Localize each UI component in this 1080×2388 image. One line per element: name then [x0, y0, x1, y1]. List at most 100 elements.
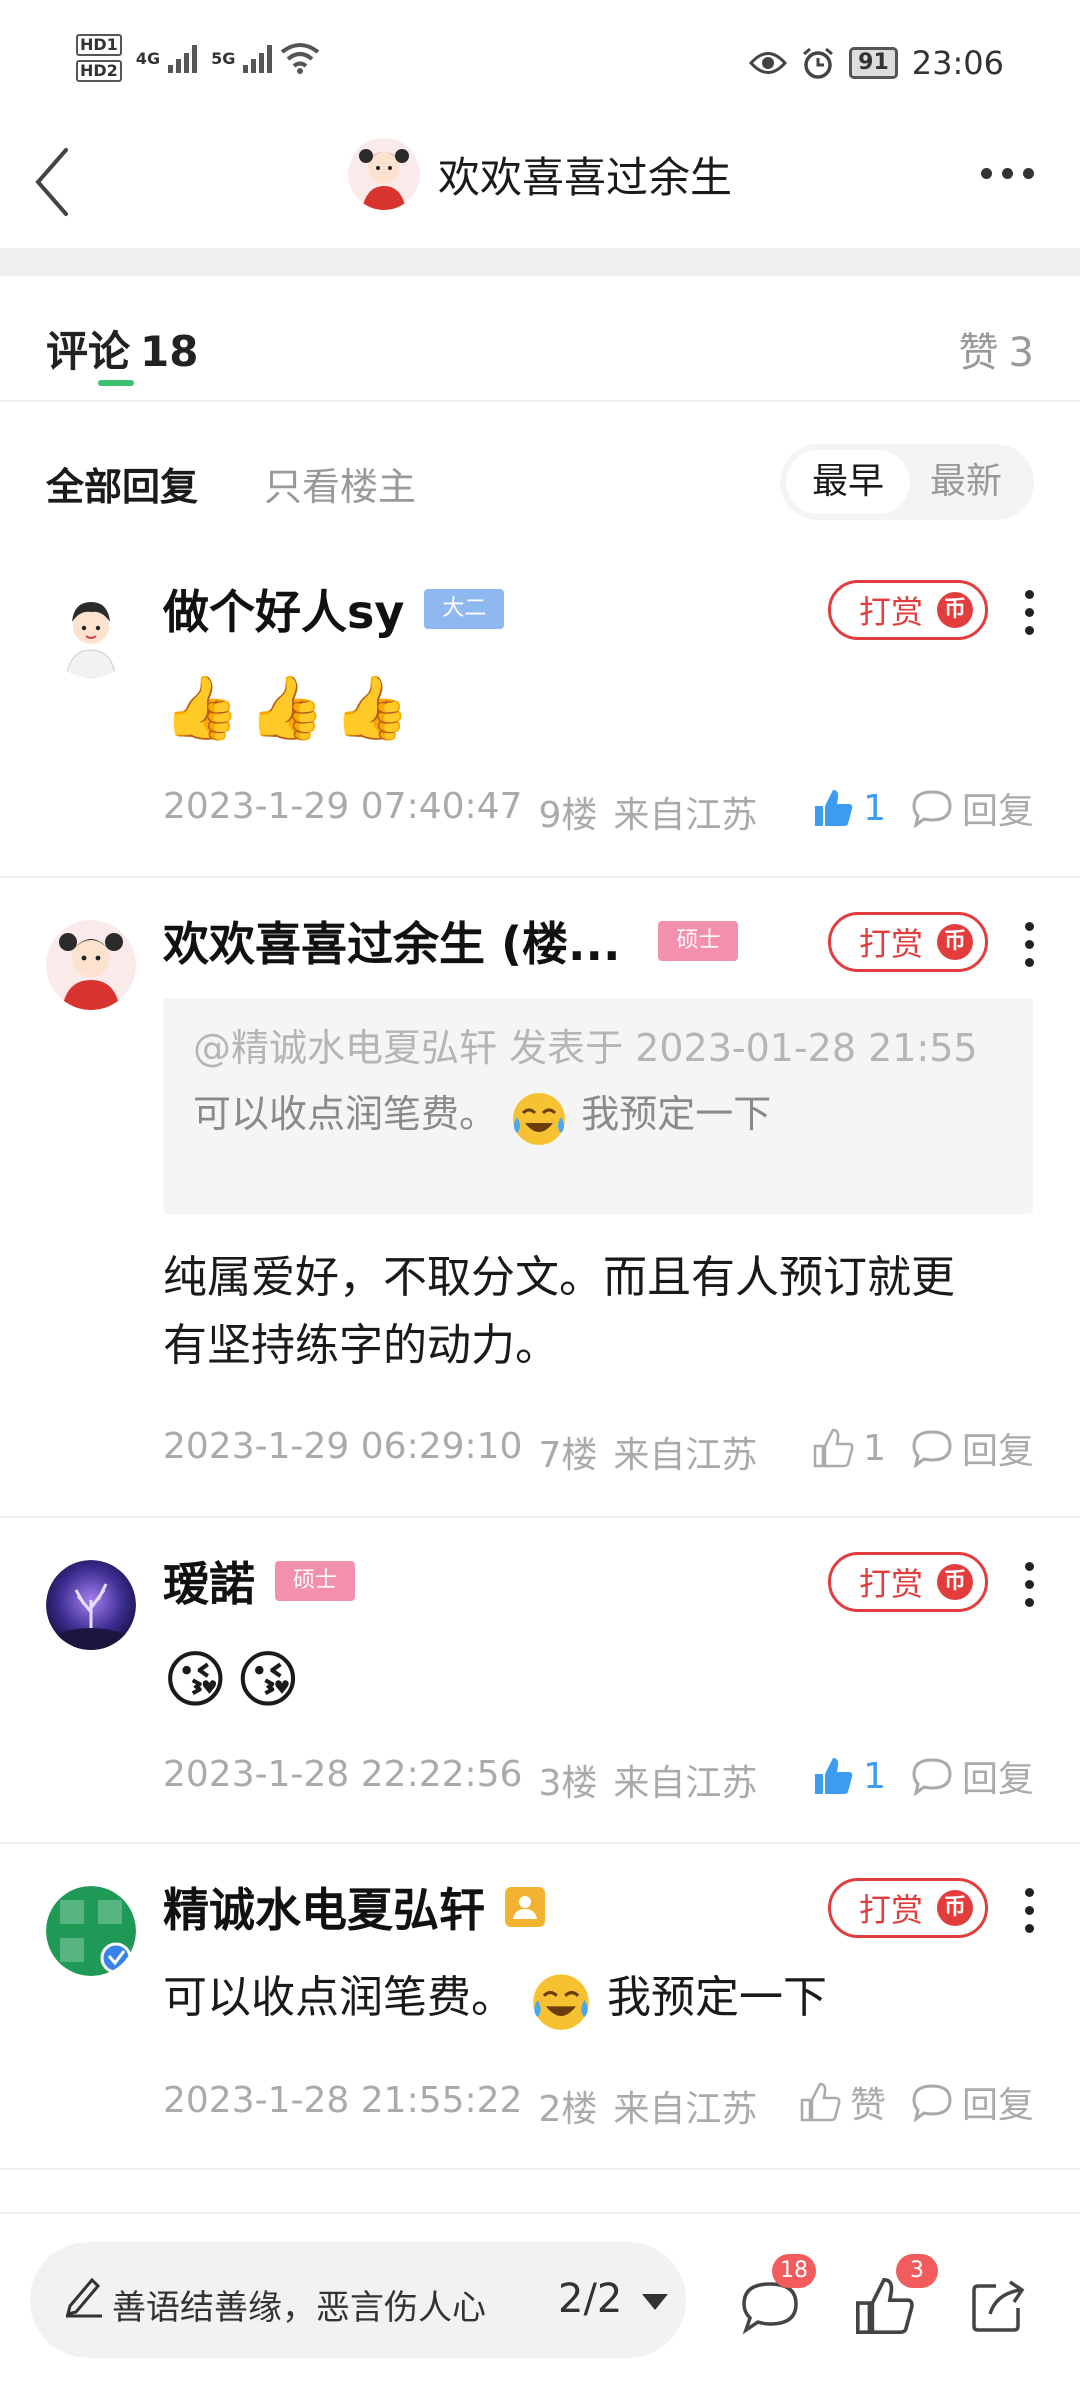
more-icon[interactable]: [1025, 1888, 1034, 1933]
reply-button[interactable]: 回复: [910, 2076, 1034, 2128]
thumb-up-icon: [800, 2082, 841, 2122]
reward-button[interactable]: 打赏币: [827, 580, 988, 640]
comment-header: 做个好人sy 大二: [163, 576, 505, 642]
avatar[interactable]: [46, 1886, 136, 1976]
reward-button[interactable]: 打赏币: [827, 912, 988, 972]
reply-button[interactable]: 回复: [910, 782, 1034, 834]
back-icon[interactable]: [26, 142, 86, 222]
coin-icon: 币: [937, 592, 973, 628]
comment-meta: 2023-1-28 22:22:56 3楼 来自江苏: [163, 1754, 757, 1806]
tab-comments[interactable]: 评论 18: [46, 318, 198, 379]
reply-bubble-icon: [912, 1758, 952, 1796]
like-count-badge: 3: [896, 2254, 938, 2288]
avatar[interactable]: [46, 920, 136, 1010]
hd2-label: HD2: [76, 60, 122, 82]
comment-item: 做个好人sy 大二 打赏币 👍👍👍 2023-1-29 07:40:47 9楼 …: [0, 546, 1080, 878]
sort-latest[interactable]: 最新: [904, 450, 1028, 514]
reply-bubble-icon: [912, 790, 952, 828]
nav-user[interactable]: 欢欢喜喜过余生: [348, 138, 732, 210]
chevron-down-icon[interactable]: [642, 2294, 668, 2310]
quoted-reply[interactable]: @精诚水电夏弘轩 发表于 2023-01-28 21:55 可以收点润笔费。 我…: [163, 998, 1033, 1214]
comment-text-line: 纯属爱好，不取分文。而且有人预订就更: [163, 1252, 955, 1303]
coin-icon: 币: [937, 924, 973, 960]
like-count: 1: [863, 1755, 886, 1797]
username[interactable]: 做个好人sy: [163, 576, 404, 642]
reply-label: 回复: [961, 1759, 1034, 1800]
timestamp: 2023-1-29 06:29:10: [163, 1426, 523, 1467]
pen-icon: [65, 2277, 102, 2318]
quote-text: 可以收点润笔费。 我预定一下: [193, 1076, 1003, 1152]
floor-number: 9楼: [538, 795, 598, 836]
timestamp: 2023-1-28 21:55:22: [163, 2080, 523, 2121]
more-icon[interactable]: [1025, 590, 1034, 635]
quote-text-a: 可以收点润笔费。: [193, 1092, 498, 1136]
reward-button[interactable]: 打赏币: [827, 1878, 988, 1938]
network-4g-label: 4G: [135, 48, 161, 68]
thumb-up-icon: [815, 1758, 853, 1794]
coin-icon: 币: [937, 1564, 973, 1600]
status-bar: HD1 HD2 4G 5G 91 23:06: [0, 0, 1080, 120]
username[interactable]: 瑷諾: [163, 1548, 255, 1614]
comment-meta: 2023-1-29 07:40:47 9楼 来自江苏: [163, 786, 757, 838]
like-count: 1: [863, 1427, 886, 1469]
reward-button[interactable]: 打赏币: [827, 1552, 988, 1612]
comment-header: 瑷諾 硕士: [163, 1548, 356, 1614]
page-indicator[interactable]: 2/2: [558, 2276, 622, 2322]
quote-header: @精诚水电夏弘轩 发表于 2023-01-28 21:55: [193, 1026, 978, 1070]
more-icon[interactable]: [1025, 922, 1034, 967]
filter-owner-only[interactable]: 只看楼主: [264, 456, 416, 511]
coin-icon: 币: [937, 1890, 973, 1926]
floor-number: 3楼: [538, 1763, 598, 1804]
like-button[interactable]: 1: [811, 1754, 886, 1798]
eye-icon: [749, 52, 788, 74]
comments-button[interactable]: 18: [738, 2254, 816, 2338]
avatar[interactable]: [46, 1560, 136, 1650]
like-button[interactable]: 1: [811, 786, 886, 830]
like-button[interactable]: 1: [811, 1426, 886, 1470]
like-post-button[interactable]: 3: [852, 2254, 938, 2338]
username[interactable]: 欢欢喜喜过余生 (楼...: [163, 908, 620, 974]
comment-actions: 赞 回复: [798, 2076, 1034, 2128]
location: 来自江苏: [613, 1763, 758, 1804]
hd1-label: HD1: [76, 34, 122, 56]
comment-item: 欢欢喜喜过余生 (楼... 硕士 打赏币 @精诚水电夏弘轩 发表于 2023-0…: [0, 878, 1080, 1518]
username[interactable]: 精诚水电夏弘轩: [163, 1874, 485, 1940]
like-label: 赞: [849, 2085, 886, 2126]
timestamp: 2023-1-28 22:22:56: [163, 1754, 523, 1795]
avatar[interactable]: [348, 138, 420, 210]
tab-comments-label: 评论: [46, 327, 131, 376]
thumb-up-icon: [813, 1428, 854, 1468]
signal-icon: [243, 43, 273, 73]
avatar[interactable]: [46, 588, 136, 678]
tab-likes-count: 3: [1008, 330, 1034, 376]
filter-all-replies[interactable]: 全部回复: [46, 456, 198, 511]
crying-laugh-emoji-icon: [533, 1974, 589, 2030]
reply-button[interactable]: 回复: [910, 1422, 1034, 1474]
tab-likes-label: 赞: [958, 330, 999, 376]
more-icon[interactable]: [1025, 1562, 1034, 1607]
floor-number: 7楼: [538, 1435, 598, 1476]
reply-bubble-icon: [912, 2084, 952, 2122]
like-button[interactable]: 赞: [798, 2076, 886, 2128]
reply-button[interactable]: 回复: [910, 1750, 1034, 1802]
sort-earliest[interactable]: 最早: [786, 450, 910, 514]
reply-input[interactable]: 善语结善缘，恶言伤人心 2/2: [30, 2242, 686, 2358]
comment-text-b: 我预定一下: [607, 1972, 827, 2023]
comment-meta: 2023-1-29 06:29:10 7楼 来自江苏: [163, 1426, 757, 1478]
level-badge: 硕士: [658, 921, 739, 961]
tab-likes[interactable]: 赞3: [959, 320, 1034, 378]
crying-laugh-emoji-icon: [513, 1092, 566, 1145]
comment-text: 👍👍👍: [163, 671, 419, 744]
status-right: 91 23:06: [749, 44, 1004, 82]
section-divider: [0, 248, 1080, 276]
reply-label: 回复: [961, 2085, 1034, 2126]
active-tab-indicator: [98, 380, 134, 386]
status-left: HD1 HD2 4G 5G: [76, 34, 320, 82]
comment-actions: 1 回复: [811, 782, 1034, 834]
verified-badge-icon: [505, 1887, 545, 1927]
location: 来自江苏: [613, 2089, 758, 2130]
more-icon[interactable]: [981, 168, 1034, 179]
bottom-bar: 善语结善缘，恶言伤人心 2/2 18 3: [0, 2212, 1080, 2388]
share-button[interactable]: [966, 2274, 1030, 2338]
comment-header: 欢欢喜喜过余生 (楼... 硕士: [163, 908, 739, 974]
